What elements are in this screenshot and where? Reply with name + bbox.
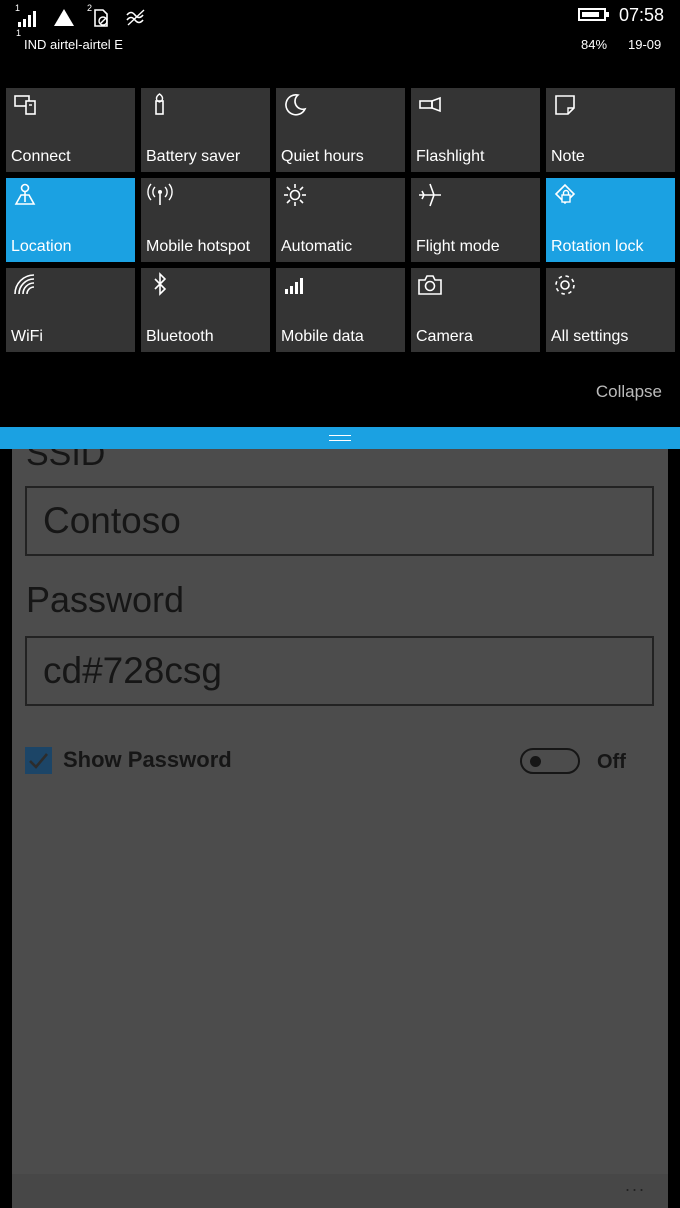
- quick-action-bluetooth[interactable]: Bluetooth: [141, 268, 270, 352]
- quick-action-quiet-hours[interactable]: Quiet hours: [276, 88, 405, 172]
- quick-action-label: Mobile hotspot: [146, 238, 251, 255]
- ssid-label: SSID: [26, 449, 106, 473]
- quick-action-label: Flight mode: [416, 238, 500, 255]
- connect-icon: [12, 92, 38, 118]
- action-center-drag-bar[interactable]: [0, 427, 680, 449]
- toggle-knob: [530, 756, 541, 767]
- hotspot-icon: [147, 182, 173, 208]
- sim2-status-icon: 2: [87, 3, 112, 28]
- quick-action-rotation-lock[interactable]: Rotation lock: [546, 178, 675, 262]
- sim2-number: 2: [87, 3, 93, 13]
- date: 19-09: [628, 37, 662, 52]
- status-icons: 1 2: [15, 3, 148, 28]
- flashlight-icon: [417, 92, 443, 118]
- quick-action-label: Automatic: [281, 238, 353, 255]
- app-bar: ...: [12, 1174, 668, 1208]
- quick-action-flashlight[interactable]: Flashlight: [411, 88, 540, 172]
- quick-action-label: WiFi: [11, 328, 43, 345]
- brightness-icon: [282, 182, 308, 208]
- battery-icon: [578, 8, 609, 21]
- wifi-settings-form: SSID Contoso Password cd#728csg Show Pas…: [12, 449, 668, 1208]
- quick-action-mobile-hotspot[interactable]: Mobile hotspot: [141, 178, 270, 262]
- quick-action-label: Camera: [416, 328, 473, 345]
- quick-action-automatic[interactable]: Automatic: [276, 178, 405, 262]
- more-options-button[interactable]: ...: [625, 1175, 646, 1196]
- quick-action-label: Location: [11, 238, 72, 255]
- quick-actions-grid: Connect Battery saver Quiet hours Flashligh…: [6, 88, 676, 352]
- toggle-state-label: Off: [597, 751, 626, 773]
- drag-handle-icon[interactable]: [329, 435, 351, 441]
- ssid-value: Contoso: [43, 500, 181, 541]
- vibrate-icon: [124, 6, 148, 28]
- quick-action-label: Connect: [11, 148, 71, 165]
- clock: 07:58: [619, 5, 665, 25]
- battery-percentage: 84%: [581, 37, 608, 52]
- show-password-checkbox[interactable]: [25, 747, 52, 774]
- no-signal-icon: [52, 6, 76, 28]
- quick-action-label: All settings: [551, 328, 629, 345]
- mobile-data-icon: [282, 272, 308, 298]
- airplane-icon: [417, 182, 443, 208]
- password-label: Password: [26, 579, 185, 620]
- signal-strength-icon: 1: [15, 3, 40, 28]
- quick-action-note[interactable]: Note: [546, 88, 675, 172]
- camera-icon: [417, 272, 443, 298]
- quick-action-label: Flashlight: [416, 148, 485, 165]
- battery-saver-icon: [147, 92, 173, 118]
- location-icon: [12, 182, 38, 208]
- status-bar: 1 2 1 IND airtel-airtel E 07:58 84% 19-0…: [0, 0, 680, 80]
- signal-sim-number: 1: [15, 3, 21, 13]
- quick-action-camera[interactable]: Camera: [411, 268, 540, 352]
- wifi-icon: [12, 272, 38, 298]
- quick-action-flight-mode[interactable]: Flight mode: [411, 178, 540, 262]
- gear-icon: [552, 272, 578, 298]
- moon-icon: [282, 92, 308, 118]
- quick-action-label: Quiet hours: [281, 148, 364, 165]
- note-icon: [552, 92, 578, 118]
- bluetooth-icon: [147, 272, 173, 298]
- carrier-name: IND airtel-airtel E: [24, 37, 123, 52]
- quick-action-label: Mobile data: [281, 328, 364, 345]
- quick-action-label: Battery saver: [146, 148, 241, 165]
- quick-action-all-settings[interactable]: All settings: [546, 268, 675, 352]
- toggle-switch[interactable]: [520, 748, 580, 774]
- quick-action-battery-saver[interactable]: Battery saver: [141, 88, 270, 172]
- password-value: cd#728csg: [43, 650, 222, 691]
- password-input[interactable]: cd#728csg: [25, 636, 654, 706]
- quick-action-label: Note: [551, 148, 585, 165]
- carrier-sim-number: 1: [16, 28, 22, 38]
- checkmark-icon: [29, 753, 48, 769]
- show-password-label: Show Password: [63, 747, 232, 772]
- quick-action-connect[interactable]: Connect: [6, 88, 135, 172]
- rotation-lock-icon: [552, 182, 578, 208]
- ssid-input[interactable]: Contoso: [25, 486, 654, 556]
- quick-action-location[interactable]: Location: [6, 178, 135, 262]
- collapse-button[interactable]: Collapse: [596, 382, 662, 402]
- quick-action-label: Bluetooth: [146, 328, 214, 345]
- quick-action-wifi[interactable]: WiFi: [6, 268, 135, 352]
- quick-action-label: Rotation lock: [551, 238, 644, 255]
- quick-action-mobile-data[interactable]: Mobile data: [276, 268, 405, 352]
